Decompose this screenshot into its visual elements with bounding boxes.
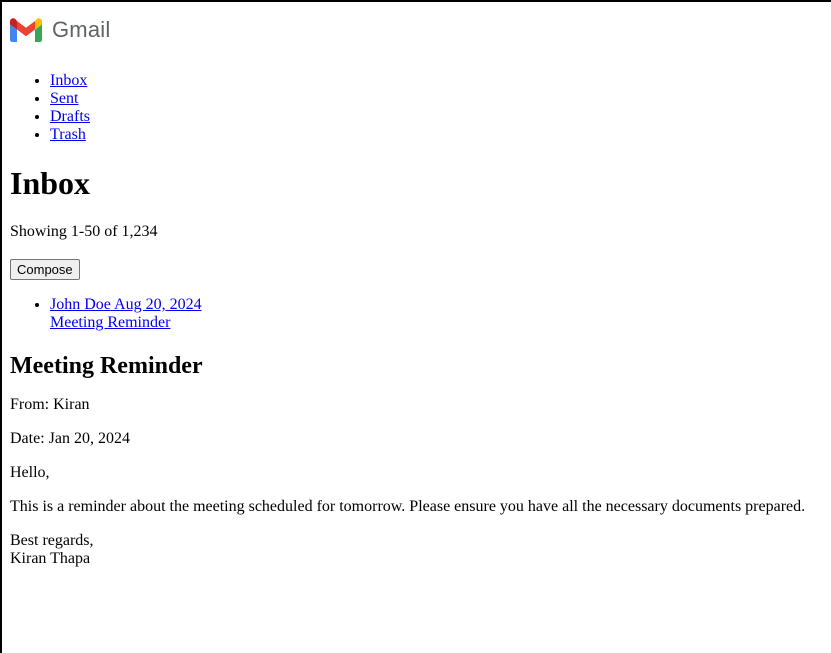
nav-item-drafts: Drafts: [50, 108, 831, 126]
gmail-m-icon: [10, 18, 42, 42]
page-title: Inbox: [10, 165, 91, 201]
mail-list: John Doe Aug 20, 2024Meeting Reminder: [10, 296, 831, 332]
mail-item-link[interactable]: John Doe Aug 20, 2024 Meeting Reminder: [50, 296, 202, 331]
nav-link-inbox[interactable]: Inbox: [50, 72, 87, 89]
nav-link-sent[interactable]: Sent: [50, 90, 78, 107]
message-subject: Meeting Reminder: [10, 353, 203, 379]
message-signoff: Best regards,: [10, 532, 94, 549]
header: Gmail: [10, 2, 831, 58]
nav-link-trash[interactable]: Trash: [50, 126, 86, 143]
nav-item-trash: Trash: [50, 126, 831, 144]
message-date: Date: Jan 20, 2024: [10, 430, 130, 447]
mail-date: Aug 20, 2024: [114, 296, 202, 313]
message-closing: Best regards, Kiran Thapa: [10, 532, 831, 568]
compose-button[interactable]: Compose: [10, 259, 80, 280]
message-greeting: Hello,: [10, 464, 50, 481]
message-body: This is a reminder about the meeting sch…: [10, 498, 806, 515]
compose-wrap: Compose: [10, 259, 831, 280]
message-count: Showing 1-50 of 1,234: [10, 223, 158, 240]
mail-subject: Meeting Reminder: [50, 314, 171, 331]
page: Gmail Inbox Sent Drafts Trash Inbox Show…: [2, 2, 831, 568]
nav-link-drafts[interactable]: Drafts: [50, 108, 90, 125]
gmail-logo[interactable]: Gmail: [10, 17, 110, 43]
nav-item-sent: Sent: [50, 90, 831, 108]
logo-wordmark: Gmail: [52, 17, 111, 42]
nav-item-inbox: Inbox: [50, 72, 831, 90]
mail-sender: John Doe: [50, 296, 111, 313]
message-signature: Kiran Thapa: [10, 550, 91, 567]
nav-list: Inbox Sent Drafts Trash: [10, 72, 831, 144]
message-from: From: Kiran: [10, 396, 90, 413]
list-item: John Doe Aug 20, 2024Meeting Reminder: [50, 296, 831, 332]
